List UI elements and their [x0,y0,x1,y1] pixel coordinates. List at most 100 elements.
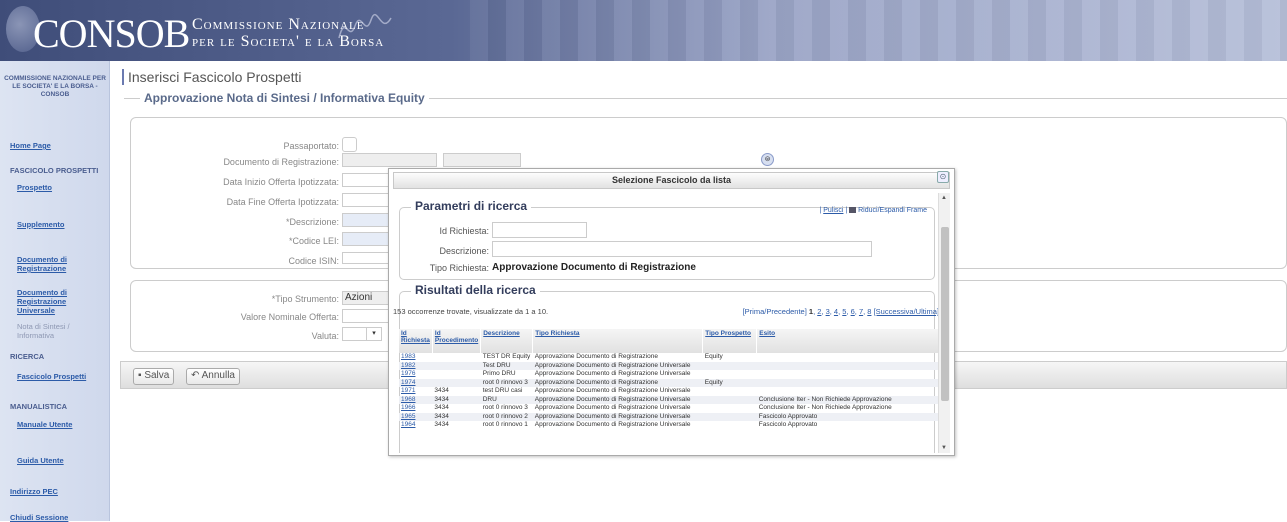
chevron-down-icon[interactable]: ▾ [366,327,382,341]
tipo-richiesta-label: Tipo Richiesta: [429,263,489,273]
sidebar-section-fascicolo: FASCICOLO PROSPETTI [10,166,99,175]
sidebar-item-prospetto[interactable]: Prospetto [17,183,109,192]
pager-page[interactable]: 5 [842,307,846,316]
table-row[interactable]: 1968 3434 DRU Approvazione Documento di Reg… [399,395,939,404]
descrizione-label: Descrizione: [439,246,489,256]
dialog-title: Selezione Fascicolo da lista [611,175,732,185]
label-documento-registrazione: Documento di Registrazione: [223,157,339,167]
cell-tipo-prospetto [702,395,757,404]
pager-page[interactable]: 2 [817,307,821,316]
table-row[interactable]: 1966 3434 root 0 rinnovo 3 Approvazione Doc… [399,404,939,413]
sidebar-item-home[interactable]: Home Page [10,141,102,150]
sidebar-item-fascicolo-prospetti[interactable]: Fascicolo Prospetti [17,372,109,381]
documento-registrazione-field[interactable] [342,153,437,167]
table-row[interactable]: 1974 root 0 rinnovo 3 Approvazione Documen… [399,378,939,387]
cell-esito: Fascicolo Approvato [758,421,818,428]
cell-id-richiesta[interactable]: 1983 [399,353,432,362]
cell-esito: Fascicolo Approvato [756,412,939,421]
id-richiesta-input[interactable] [492,222,587,238]
cell-id-procedimento: 3434 [434,387,449,394]
table-row[interactable]: 1976 Primo DRU Approvazione Documento di R… [399,370,939,379]
cell-id-procedimento: 3434 [432,412,481,421]
sidebar-item-documento-universale[interactable]: Documento di Registrazione Universale [17,288,97,315]
column-header-id[interactable]: Id Richiesta [399,329,433,353]
logo-text: CONSOB [33,11,190,56]
lookup-icon[interactable]: ⊜ [761,153,774,166]
cell-tipo-richiesta: Approvazione Documento di Registrazione [534,353,658,360]
cell-tipo-richiesta: Approvazione Documento di Registrazione … [534,404,691,411]
passaportato-checkbox[interactable] [342,137,357,152]
frame-icon [849,207,857,214]
cell-descrizione: root 0 rinnovo 1 [482,421,528,428]
sidebar-item-manuale-utente[interactable]: Manuale Utente [17,420,109,429]
sidebar-section-manualistica: MANUALISTICA [10,402,68,411]
label-data-fine: Data Fine Offerta Ipotizzata: [226,197,339,207]
sidebar: COMMISSIONE NAZIONALE PER LE SOCIETA' E … [0,61,110,522]
pager-page[interactable]: 6 [851,307,855,316]
sidebar-item-nota-sintesi[interactable]: Nota di Sintesi / Informativa [17,322,97,340]
column-header-tipo-prospetto[interactable]: Tipo Prospetto [702,329,758,353]
id-richiesta-label: Id Richiesta: [439,226,489,236]
save-button-label: Salva [144,370,170,381]
cell-id-procedimento [432,378,481,387]
riduci-link[interactable]: Riduci/Espandi Frame [858,207,927,214]
table-row[interactable]: 1971 3434 test DRU casi Approvazione Docume… [399,387,939,396]
table-row[interactable]: 1964 3434 root 0 rinnovo 1 Approvazione Doc… [399,421,939,430]
scroll-down-icon[interactable]: ▼ [941,445,947,451]
cell-id-procedimento [432,370,480,379]
pager-page[interactable]: 4 [834,307,838,316]
label-codice-lei: *Codice LEI: [288,236,339,246]
sidebar-item-guida-utente[interactable]: Guida Utente [17,456,109,465]
column-header-esito[interactable]: Esito [756,329,939,353]
tipo-richiesta-value: Approvazione Documento di Registrazione [492,262,696,273]
dialog-titlebar[interactable]: Selezione Fascicolo da lista [393,172,950,189]
cell-id-richiesta[interactable]: 1968 [399,395,433,404]
table-row[interactable]: 1983 TEST DR Equity Approvazione Documento… [399,353,939,362]
pager-page[interactable]: 3 [826,307,830,316]
floppy-icon: ▪ [138,370,142,381]
close-icon[interactable]: ⊙ [937,171,949,183]
sidebar-section-ricerca: RICERCA [10,352,45,361]
label-descrizione: *Descrizione: [285,217,339,227]
cell-id-richiesta[interactable]: 1965 [399,412,433,421]
cell-esito [757,353,939,362]
pulisci-link[interactable]: Pulisci [823,207,843,214]
pager-page[interactable]: 7 [859,307,863,316]
label-passaportato: Passaportato: [283,141,339,151]
cell-tipo-prospetto [702,361,757,370]
dialog-scrollbar[interactable]: ▲ ▼ [938,193,950,453]
column-header-descrizione[interactable]: Descrizione [480,329,534,353]
cell-tipo-richiesta: Approvazione Documento di Registrazione … [532,395,703,404]
cell-id-richiesta[interactable]: 1982 [399,361,433,370]
cell-esito: Conclusione Iter - Non Richiede Approvaz… [758,404,892,411]
scroll-up-icon[interactable]: ▲ [941,195,947,201]
cell-esito [756,378,939,387]
cell-id-procedimento: 3434 [434,421,449,428]
cell-tipo-prospetto: Equity [704,353,723,360]
cell-id-richiesta[interactable]: 1971 [399,387,432,396]
cell-tipo-richiesta: Approvazione Documento di Registrazione … [532,361,703,370]
cancel-button[interactable]: ↶ Annulla [186,368,240,385]
sidebar-item-documento-registrazione[interactable]: Documento di Registrazione [17,255,97,273]
column-header-procedimento[interactable]: Id Procedimento [432,329,482,353]
pager-successiva[interactable]: [Successiva/Ultima] [874,307,939,316]
descrizione-search-input[interactable] [492,241,872,257]
pager-prima[interactable]: [Prima/Precedente] [743,307,807,316]
cell-tipo-prospetto: Equity [702,378,757,387]
header-banner: CONSOB Commissione Nazionale per le Soci… [0,0,1287,61]
cell-id-richiesta[interactable]: 1976 [399,370,432,379]
params-toolbar: | Pulisci | Riduci/Espandi Frame [819,207,927,214]
column-header-tipo-richiesta[interactable]: Tipo Richiesta [532,329,704,353]
table-row[interactable]: 1965 3434 root 0 rinnovo 2 Approvazione Doc… [399,412,939,421]
pager: [Prima/Precedente] 1, 2, 3, 4, 5, 6, 7, … [742,307,939,316]
table-row[interactable]: 1982 Test DRU Approvazione Documento di Re… [399,361,939,370]
save-button[interactable]: ▪ Salva [133,368,175,385]
cell-id-richiesta[interactable]: 1974 [399,378,433,387]
sidebar-item-indirizzo-pec[interactable]: Indirizzo PEC [10,487,102,496]
cell-esito [756,361,939,370]
pager-page[interactable]: 8 [867,307,871,316]
sidebar-item-supplemento[interactable]: Supplemento [17,220,109,229]
scroll-thumb[interactable] [941,227,949,401]
cell-id-richiesta[interactable]: 1966 [399,404,432,413]
cell-id-richiesta[interactable]: 1964 [399,421,432,430]
